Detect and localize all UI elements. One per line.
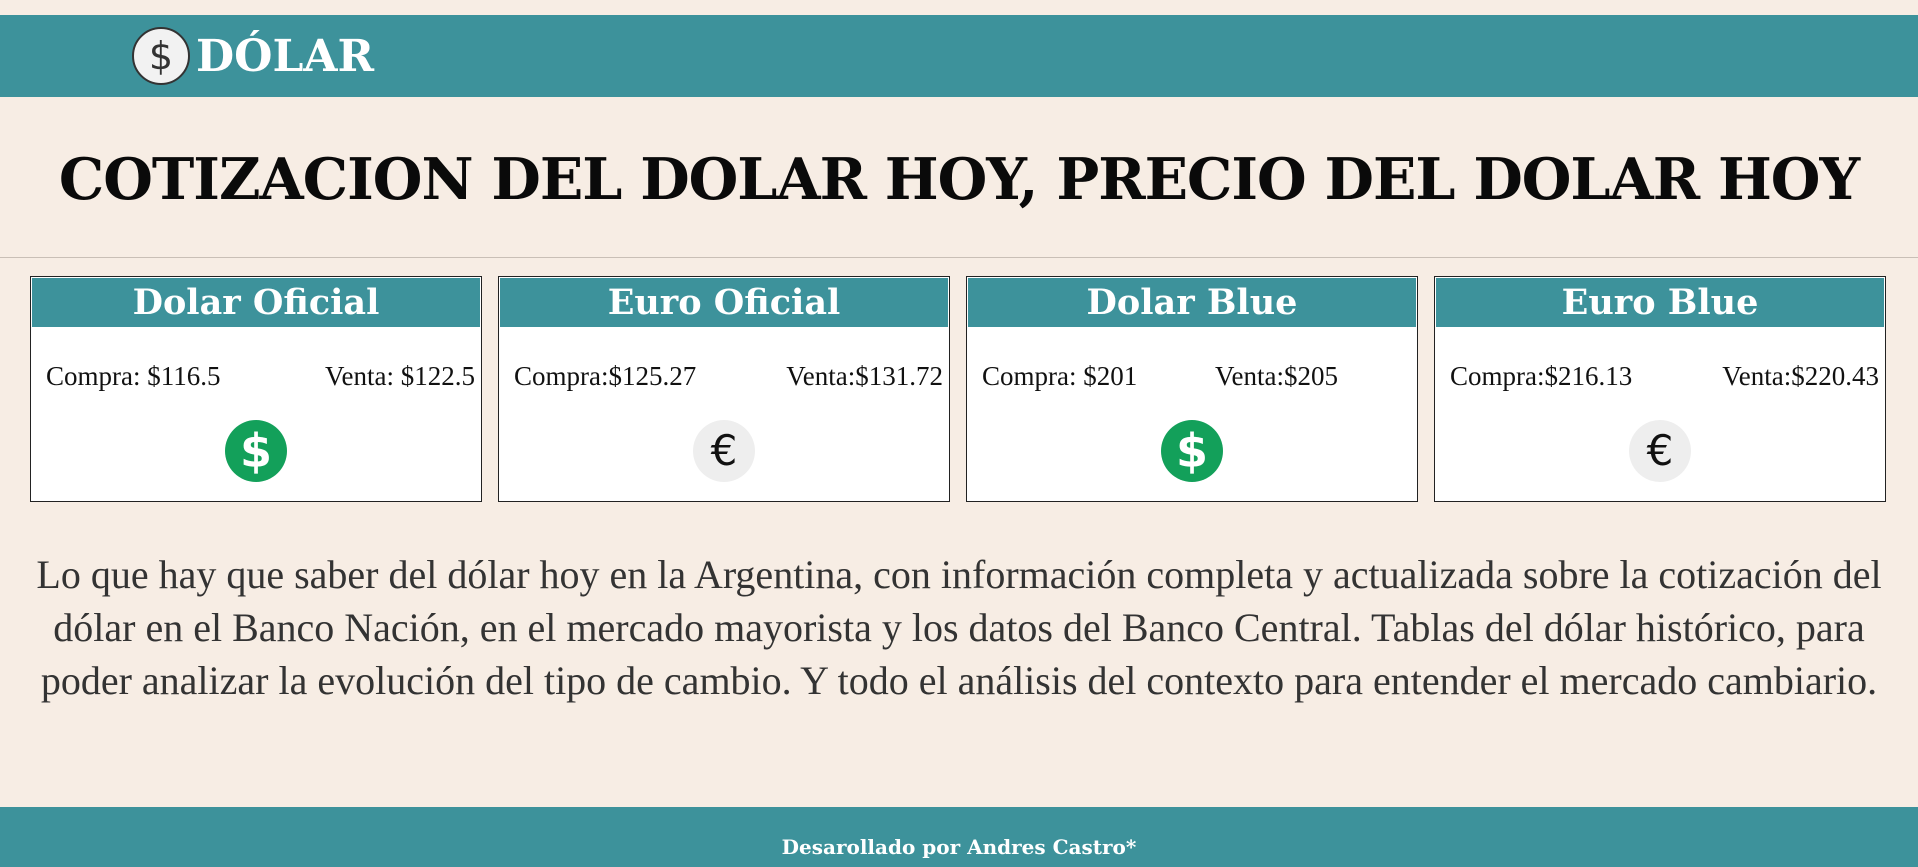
card-prices: Compra:$125.27 Venta:$131.72 <box>514 359 943 393</box>
card-prices: Compra: $201 Venta:$205 <box>982 359 1411 393</box>
venta-value: Venta: $122.5 <box>325 361 475 391</box>
compra-value: Compra:$125.27 <box>514 361 697 391</box>
dollar-coin-icon: $ <box>1161 420 1223 482</box>
divider <box>0 257 1918 258</box>
brand-name: DÓLAR <box>196 30 375 82</box>
rate-card-euro-oficial: Euro Oficial Compra:$125.27 Venta:$131.7… <box>498 276 950 502</box>
venta-value: Venta:$131.72 <box>786 361 943 391</box>
euro-coin-icon: € <box>693 420 755 482</box>
page-title: COTIZACION DEL DOLAR HOY, PRECIO DEL DOL… <box>58 146 1860 213</box>
card-prices: Compra:$216.13 Venta:$220.43 <box>1450 359 1879 393</box>
compra-value: Compra: $116.5 <box>46 361 221 391</box>
card-title: Euro Oficial <box>500 278 948 327</box>
card-title: Dolar Oficial <box>32 278 480 327</box>
compra-value: Compra:$216.13 <box>1450 361 1633 391</box>
dollar-coin-icon: $ <box>225 420 287 482</box>
card-prices: Compra: $116.5 Venta: $122.5 <box>46 359 475 393</box>
euro-coin-icon: € <box>1629 420 1691 482</box>
rate-card-dolar-blue: Dolar Blue Compra: $201 Venta:$205 $ <box>966 276 1418 502</box>
top-bar: $ DÓLAR <box>0 15 1918 97</box>
venta-value: Venta:$220.43 <box>1722 361 1879 391</box>
dollar-coin-icon: $ <box>132 27 190 85</box>
compra-value: Compra: $201 <box>982 361 1138 391</box>
description-text: Lo que hay que saber del dólar hoy en la… <box>36 552 1882 703</box>
footer: Desarollado por Andres Castro* <box>0 807 1918 867</box>
card-title: Euro Blue <box>1436 278 1884 327</box>
footer-credit: Desarollado por Andres Castro* <box>781 835 1137 859</box>
rate-card-euro-blue: Euro Blue Compra:$216.13 Venta:$220.43 € <box>1434 276 1886 502</box>
rate-card-dolar-oficial: Dolar Oficial Compra: $116.5 Venta: $122… <box>30 276 482 502</box>
brand[interactable]: $ DÓLAR <box>132 26 374 86</box>
card-title: Dolar Blue <box>968 278 1416 327</box>
venta-value: Venta:$205 <box>1215 361 1338 391</box>
